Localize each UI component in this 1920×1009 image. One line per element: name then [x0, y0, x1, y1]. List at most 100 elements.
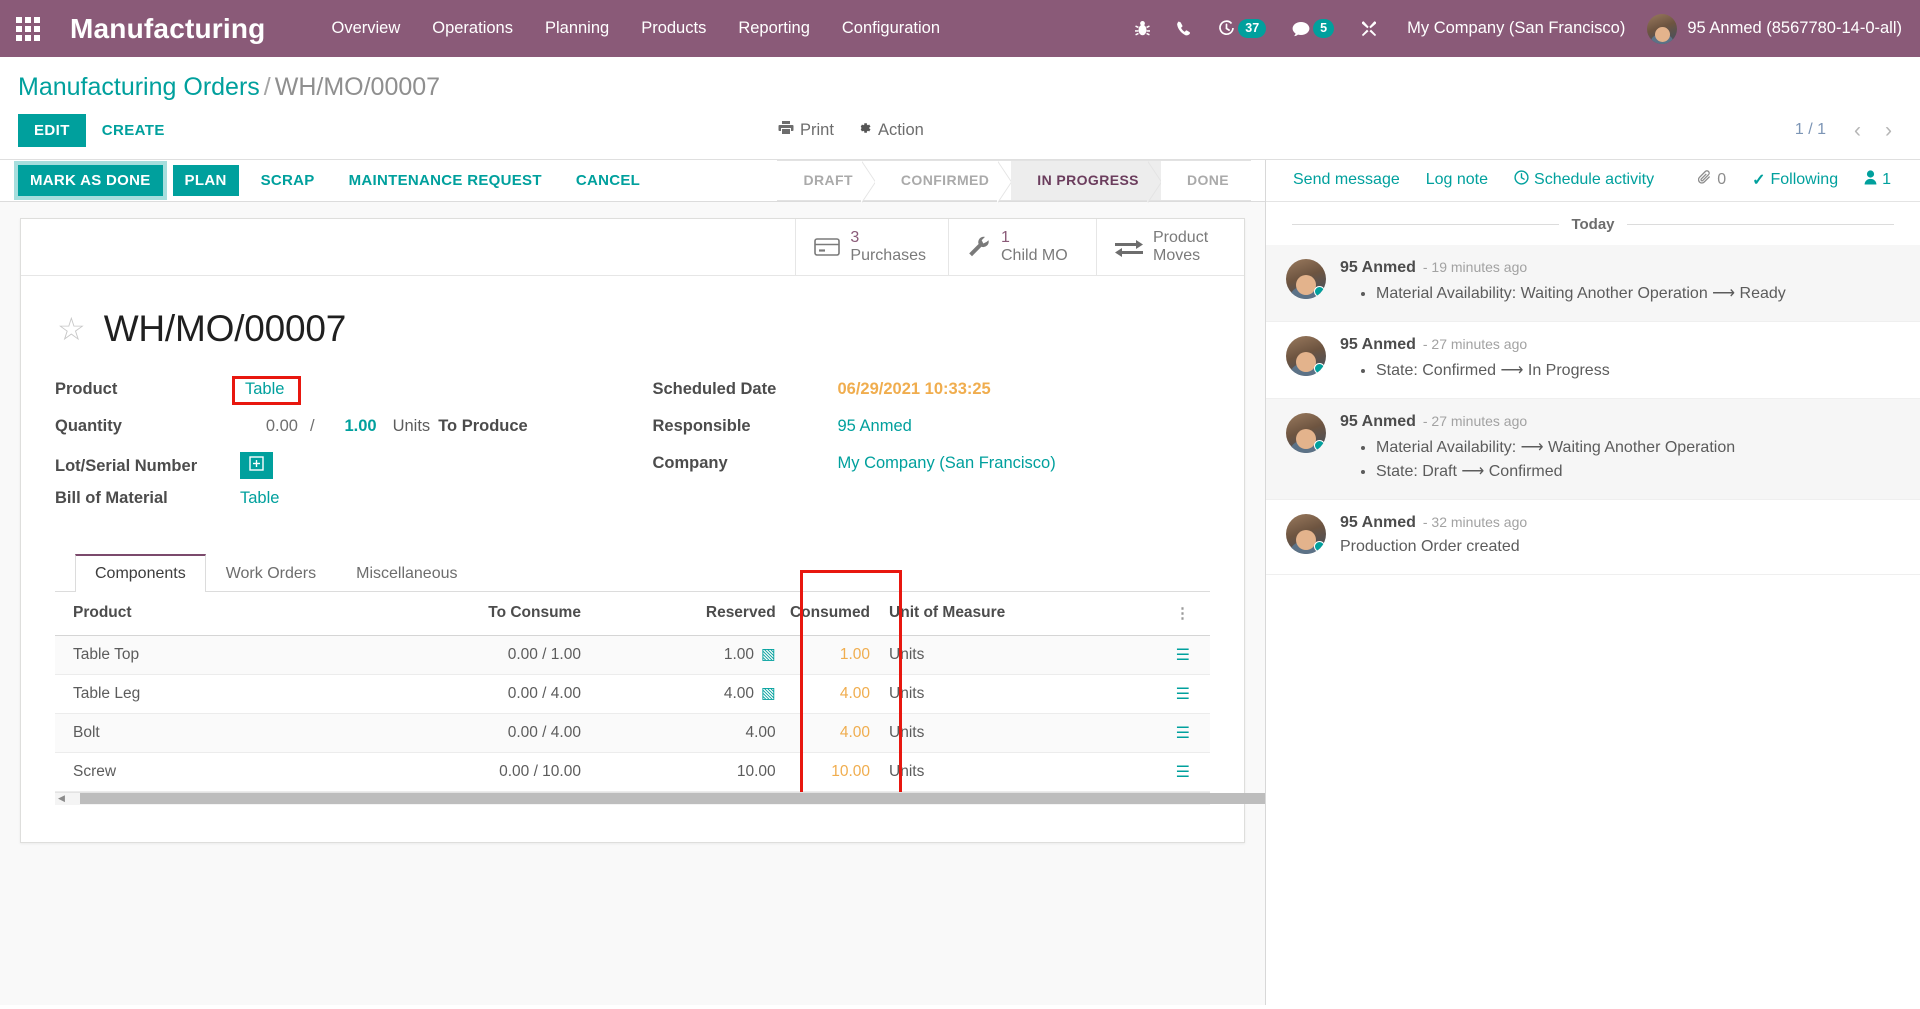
plan-button[interactable]: PLAN	[172, 164, 239, 196]
menu-item-configuration[interactable]: Configuration	[826, 1, 956, 56]
stage-in-progress[interactable]: IN PROGRESS	[1011, 159, 1162, 203]
schedule-activity-button[interactable]: Schedule activity	[1501, 170, 1667, 190]
column-header-unit-of-measure[interactable]: Unit of Measure	[882, 591, 1087, 636]
message-author[interactable]: 95 Anmed	[1340, 514, 1416, 532]
column-header-consumed[interactable]: Consumed	[787, 591, 883, 636]
tools-icon[interactable]	[1347, 4, 1391, 54]
cancel-button[interactable]: CANCEL	[564, 165, 652, 196]
generate-lot-serial-button[interactable]	[240, 451, 273, 479]
following-button[interactable]: ✓ Following	[1739, 170, 1851, 190]
edit-button[interactable]: EDIT	[18, 113, 86, 147]
menu-item-reporting[interactable]: Reporting	[722, 1, 826, 56]
cell-consumed[interactable]: 4.00	[787, 713, 883, 753]
stage-done[interactable]: DONE	[1160, 159, 1251, 201]
action-menu[interactable]: Action	[856, 120, 924, 141]
send-message-button[interactable]: Send message	[1280, 171, 1413, 189]
list-detail-icon[interactable]: ☰	[1176, 725, 1190, 742]
stat-button-product-moves[interactable]: Product Moves	[1096, 218, 1244, 275]
column-header-product[interactable]: Product	[55, 591, 394, 636]
print-menu[interactable]: Print	[778, 120, 834, 140]
cell-detailed-operations[interactable]: ☰	[1086, 635, 1210, 675]
menu-item-planning[interactable]: Planning	[529, 1, 625, 56]
vertical-dots-icon[interactable]: ⋮	[1175, 605, 1190, 622]
phone-icon[interactable]	[1163, 4, 1205, 53]
field-company-value[interactable]: My Company (San Francisco)	[838, 454, 1056, 473]
stage-confirmed[interactable]: CONFIRMED	[874, 159, 1013, 203]
activity-clock-icon[interactable]: 37	[1205, 3, 1279, 54]
stage-draft[interactable]: DRAFT	[777, 159, 877, 203]
pager-previous-button[interactable]: ‹	[1844, 120, 1871, 141]
cell-reserved[interactable]: 4.00 ▧	[592, 674, 788, 714]
cell-uom[interactable]: Units	[882, 635, 1087, 675]
tab-work-orders[interactable]: Work Orders	[206, 554, 336, 592]
tab-miscellaneous[interactable]: Miscellaneous	[336, 554, 477, 592]
mark-as-done-button[interactable]: MARK AS DONE	[18, 164, 163, 196]
column-header-reserved[interactable]: Reserved	[592, 591, 788, 636]
cell-detailed-operations[interactable]: ☰	[1086, 713, 1210, 753]
cell-uom[interactable]: Units	[882, 674, 1087, 714]
cell-reserved[interactable]: 1.00 ▧	[592, 635, 788, 675]
cell-to-consume[interactable]: 0.00 / 1.00	[393, 635, 593, 675]
tab-components[interactable]: Components	[75, 553, 206, 592]
cell-reserved[interactable]: 10.00	[592, 752, 788, 792]
list-detail-icon[interactable]: ☰	[1176, 686, 1190, 703]
column-header-to-consume[interactable]: To Consume	[393, 591, 593, 636]
menu-item-products[interactable]: Products	[625, 1, 722, 56]
menu-item-operations[interactable]: Operations	[416, 1, 529, 56]
column-header-optional-toggle[interactable]: ⋮	[1086, 591, 1210, 636]
maintenance-request-button[interactable]: MAINTENANCE REQUEST	[337, 165, 554, 196]
apps-menu-button[interactable]	[0, 0, 56, 57]
cell-product[interactable]: Bolt	[55, 713, 394, 753]
cell-detailed-operations[interactable]: ☰	[1086, 674, 1210, 714]
stat-button-child-mo[interactable]: 1 Child MO	[948, 218, 1096, 275]
scroll-left-arrow-icon[interactable]: ◀	[55, 793, 68, 804]
followers-button[interactable]: 1	[1851, 170, 1904, 190]
scrollbar-thumb[interactable]	[80, 793, 1265, 804]
cell-product[interactable]: Table Top	[55, 635, 394, 675]
stat-button-purchases[interactable]: 3 Purchases	[795, 218, 948, 275]
quantity-to-produce-value[interactable]: 1.00	[327, 417, 376, 436]
cell-consumed[interactable]: 4.00	[787, 674, 883, 714]
field-scheduled-date-value[interactable]: 06/29/2021 10:33:25	[838, 380, 991, 399]
favorite-star-icon[interactable]: ☆	[57, 313, 86, 345]
list-detail-icon[interactable]: ☰	[1176, 647, 1190, 664]
forecast-report-icon[interactable]: ▧	[754, 685, 776, 702]
attachments-button[interactable]: 0	[1685, 170, 1739, 190]
create-button[interactable]: CREATE	[86, 114, 181, 147]
cell-to-consume[interactable]: 0.00 / 10.00	[393, 752, 593, 792]
table-row[interactable]: Table Leg 0.00 / 4.00 4.00 ▧ 4.00 Units ☰	[55, 674, 1210, 714]
quantity-produced-value[interactable]: 0.00	[240, 417, 298, 436]
user-menu[interactable]: 95 Anmed (8567780-14-0-all)	[1641, 13, 1902, 44]
table-row[interactable]: Screw 0.00 / 10.00 10.00 10.00 Units ☰	[55, 752, 1210, 792]
company-selector[interactable]: My Company (San Francisco)	[1391, 19, 1641, 38]
field-bom-value[interactable]: Table	[240, 489, 279, 508]
cell-uom[interactable]: Units	[882, 752, 1087, 792]
pager-next-button[interactable]: ›	[1875, 120, 1902, 141]
message-author[interactable]: 95 Anmed	[1340, 413, 1416, 431]
scrollbar-track[interactable]	[68, 792, 1265, 805]
horizontal-scrollbar[interactable]: ◀ ▶	[55, 791, 1265, 805]
cell-product[interactable]: Table Leg	[55, 674, 394, 714]
message-author[interactable]: 95 Anmed	[1340, 259, 1416, 277]
cell-to-consume[interactable]: 0.00 / 4.00	[393, 674, 593, 714]
cell-consumed[interactable]: 10.00	[787, 752, 883, 792]
cell-uom[interactable]: Units	[882, 713, 1087, 753]
cell-to-consume[interactable]: 0.00 / 4.00	[393, 713, 593, 753]
breadcrumb-root-link[interactable]: Manufacturing Orders	[18, 73, 260, 101]
field-product-value[interactable]: Table	[245, 380, 284, 398]
scrap-button[interactable]: SCRAP	[249, 165, 327, 196]
cell-consumed[interactable]: 1.00	[787, 635, 883, 675]
messages-icon[interactable]: 5	[1279, 3, 1347, 54]
forecast-report-icon[interactable]: ▧	[754, 646, 776, 663]
list-detail-icon[interactable]: ☰	[1176, 764, 1190, 781]
cell-detailed-operations[interactable]: ☰	[1086, 752, 1210, 792]
log-note-button[interactable]: Log note	[1413, 171, 1501, 189]
menu-item-overview[interactable]: Overview	[315, 1, 416, 56]
table-row[interactable]: Table Top 0.00 / 1.00 1.00 ▧ 1.00 Units ☰	[55, 635, 1210, 675]
field-responsible-value[interactable]: 95 Anmed	[838, 417, 912, 436]
cell-product[interactable]: Screw	[55, 752, 394, 792]
table-row[interactable]: Bolt 0.00 / 4.00 4.00 4.00 Units ☰	[55, 713, 1210, 753]
message-author[interactable]: 95 Anmed	[1340, 336, 1416, 354]
bug-icon[interactable]	[1122, 4, 1163, 53]
cell-reserved[interactable]: 4.00	[592, 713, 788, 753]
